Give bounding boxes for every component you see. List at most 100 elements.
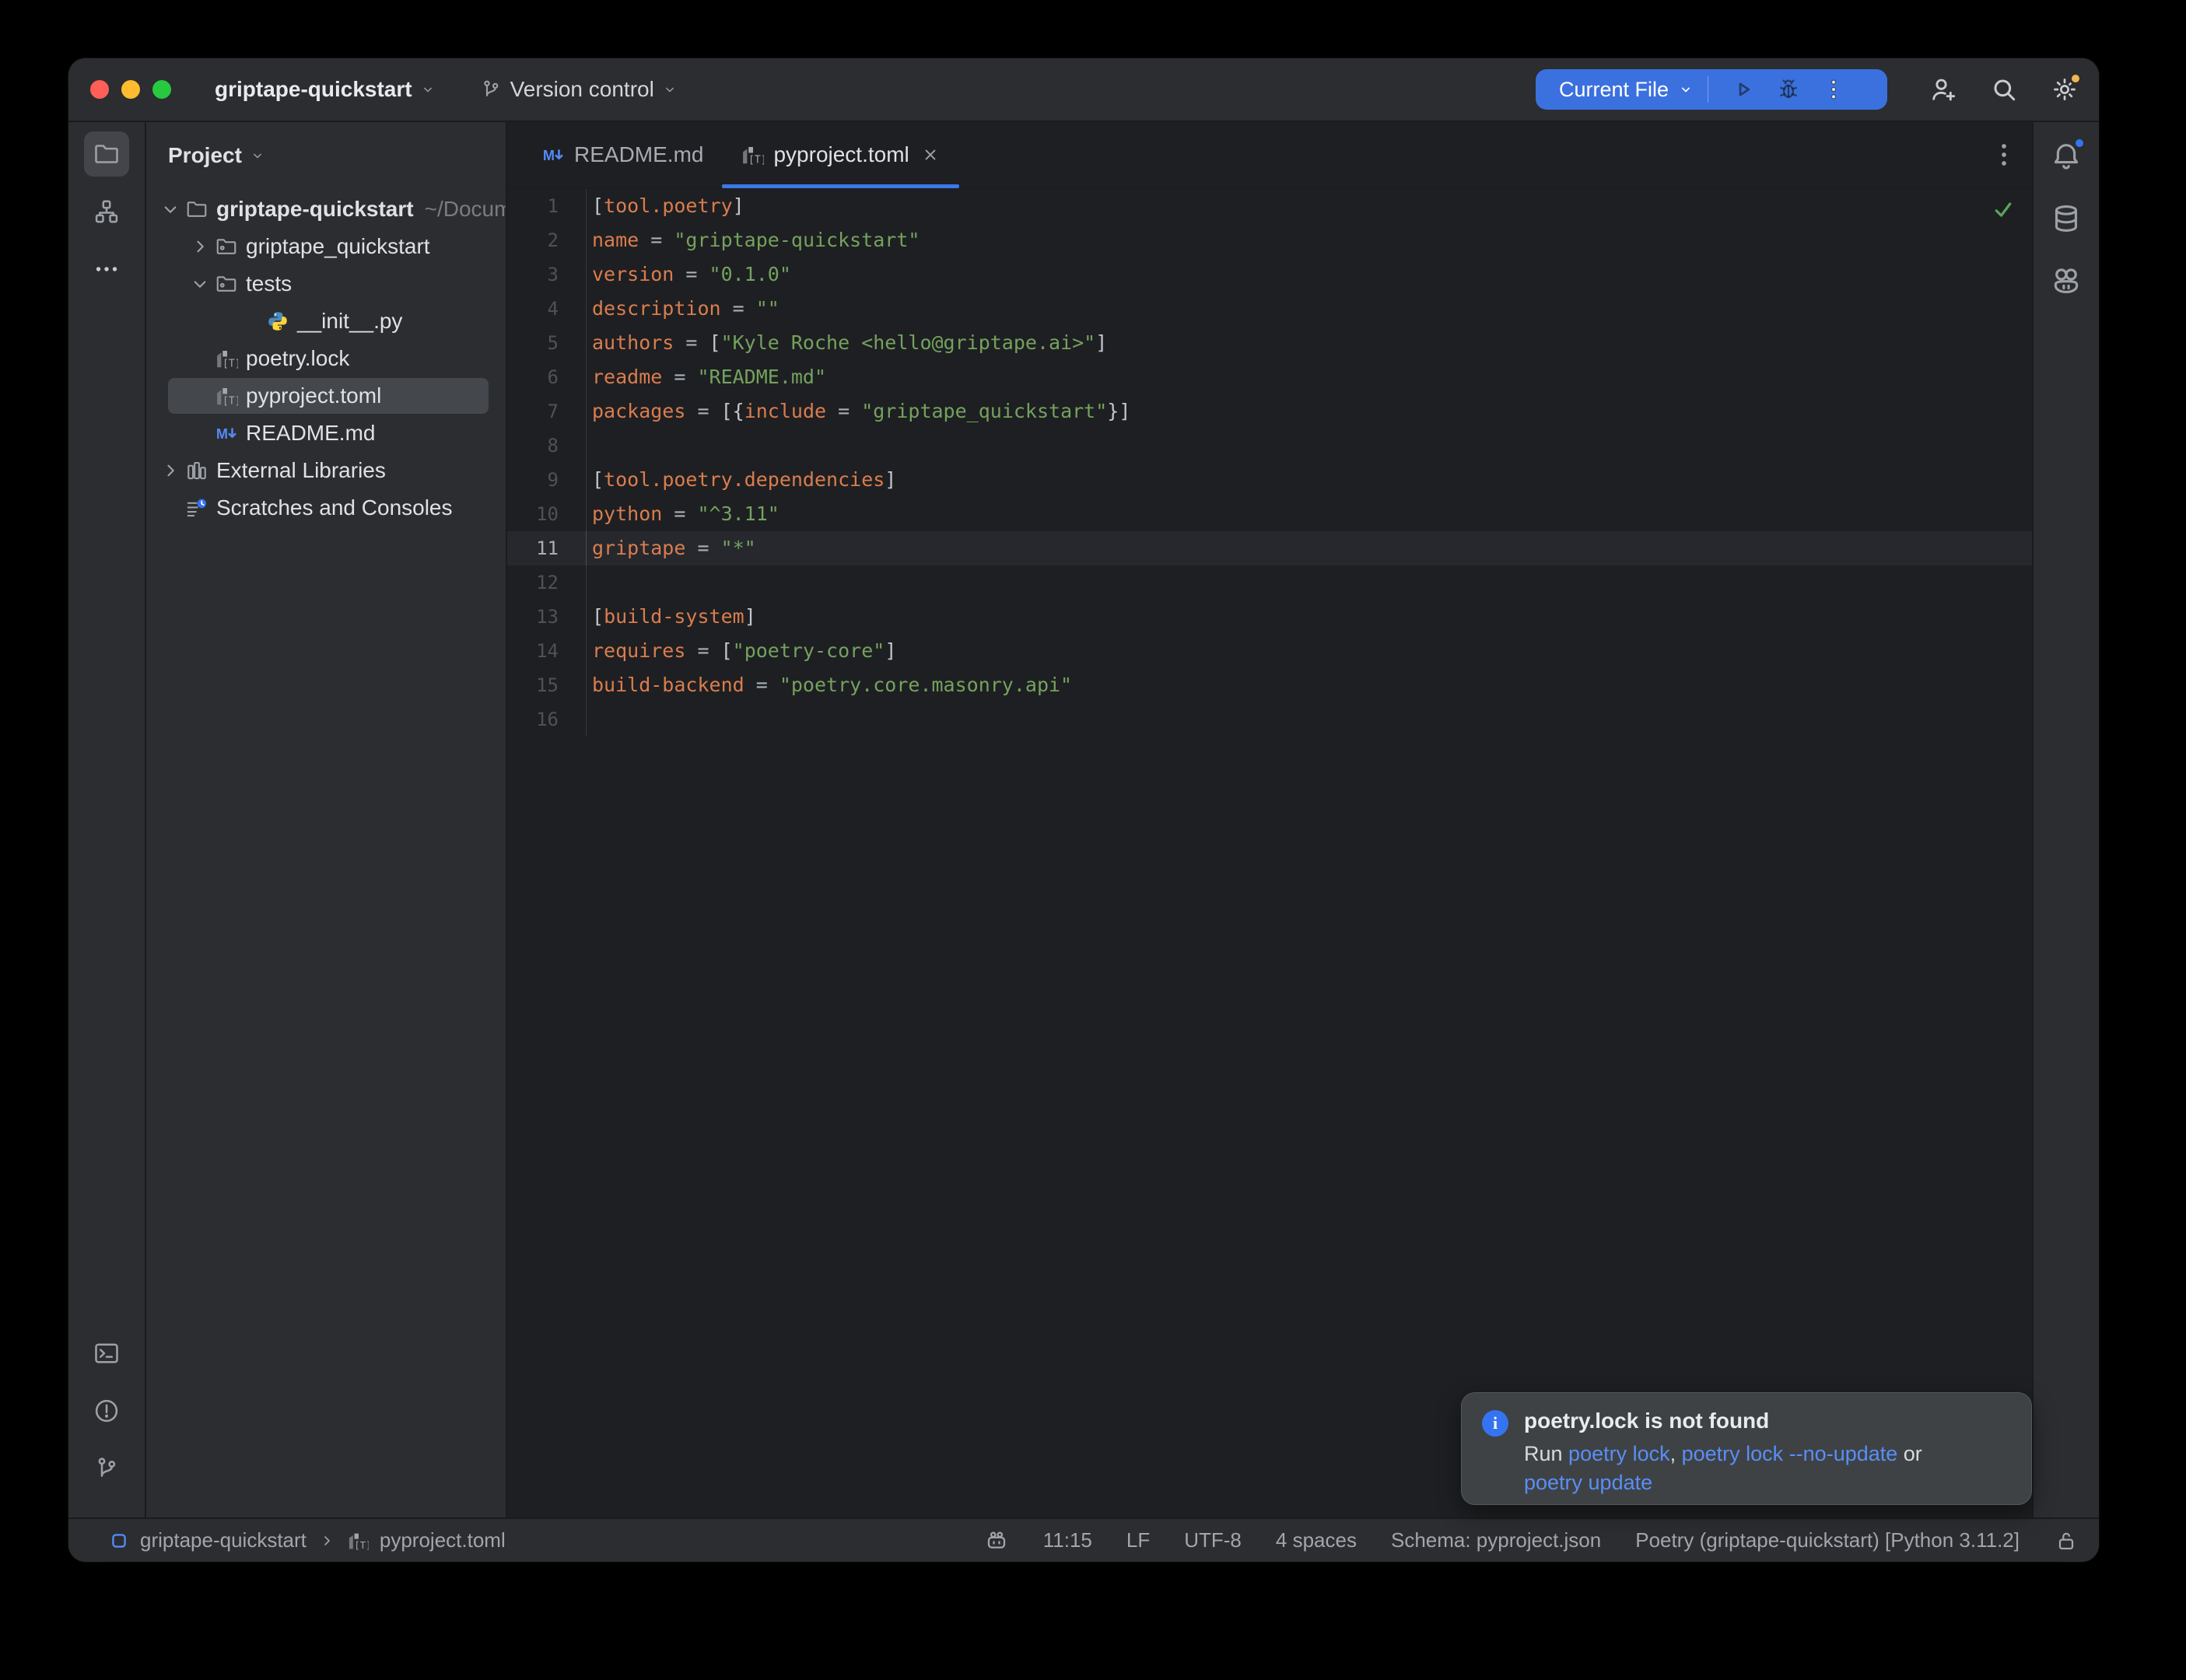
- close-tab-icon[interactable]: [920, 145, 941, 165]
- more-run-options-button[interactable]: [1820, 76, 1847, 103]
- status-widget-line-separator[interactable]: LF: [1126, 1528, 1150, 1552]
- structure-icon: [93, 198, 121, 226]
- tab-options-kebab-icon[interactable]: [1988, 139, 2020, 170]
- code-line-3[interactable]: 3version = "0.1.0": [507, 257, 2032, 292]
- status-bar: griptape-quickstart [T] pyproject.toml 1…: [68, 1517, 2099, 1562]
- tree-item-griptape-quickstart[interactable]: griptape_quickstart: [146, 228, 506, 265]
- close-window-button[interactable]: [90, 80, 109, 99]
- activity-bar: [68, 122, 146, 1517]
- notification-text: ,: [1670, 1442, 1682, 1465]
- main-area: Project griptape-quickstart~/Documegript…: [68, 121, 2099, 1517]
- breadcrumb-project[interactable]: griptape-quickstart: [140, 1528, 307, 1552]
- tree-item-tests[interactable]: tests: [146, 265, 506, 303]
- status-widget-json-schema[interactable]: Schema: pyproject.json: [1391, 1528, 1601, 1552]
- run-button[interactable]: [1730, 76, 1757, 103]
- breadcrumb-file[interactable]: pyproject.toml: [380, 1528, 506, 1552]
- status-widget-file-encoding[interactable]: UTF-8: [1184, 1528, 1242, 1552]
- code-line-13[interactable]: 13[build-system]: [507, 600, 2032, 634]
- activity-bar-top: [84, 131, 129, 304]
- code-line-2[interactable]: 2name = "griptape-quickstart": [507, 223, 2032, 257]
- tool-window-button-structure[interactable]: [84, 189, 129, 234]
- notification-link-poetry-lock[interactable]: poetry lock: [1568, 1442, 1670, 1465]
- code-line-12[interactable]: 12: [507, 565, 2032, 600]
- status-widget-ai-assistant-status[interactable]: [984, 1528, 1009, 1553]
- folder-icon: [93, 140, 121, 168]
- code-line-7[interactable]: 7packages = [{include = "griptape_quicks…: [507, 394, 2032, 429]
- tree-item-external-libraries[interactable]: External Libraries: [146, 452, 506, 489]
- code-line-11[interactable]: 11griptape = "*": [507, 531, 2032, 565]
- search-everywhere-button[interactable]: [1988, 74, 2020, 105]
- code-line-4[interactable]: 4description = "": [507, 292, 2032, 326]
- editor-tab-pyproject-toml[interactable]: [T]pyproject.toml: [722, 122, 958, 187]
- code-editor[interactable]: 1[tool.poetry]2name = "griptape-quicksta…: [507, 188, 2032, 737]
- library-icon: [185, 459, 208, 482]
- chevron-down-icon: [250, 148, 265, 163]
- code-line-text: requires = ["poetry-core"]: [587, 634, 896, 668]
- line-number: 8: [507, 429, 587, 463]
- status-widget-python-interpreter[interactable]: Poetry (griptape-quickstart) [Python 3.1…: [1635, 1528, 2020, 1552]
- tool-window-button-notifications[interactable]: [2049, 139, 2083, 173]
- line-number: 1: [507, 189, 587, 223]
- code-line-14[interactable]: 14requires = ["poetry-core"]: [507, 634, 2032, 668]
- line-number: 10: [507, 497, 587, 531]
- chevron-right-icon[interactable]: [159, 459, 182, 482]
- code-line-5[interactable]: 5authors = ["Kyle Roche <hello@griptape.…: [507, 326, 2032, 360]
- code-line-text: [build-system]: [587, 600, 756, 634]
- project-panel-header[interactable]: Project: [146, 122, 506, 169]
- code-line-8[interactable]: 8: [507, 429, 2032, 463]
- status-widget-readonly-toggle[interactable]: [2054, 1528, 2079, 1553]
- code-line-text: name = "griptape-quickstart": [587, 223, 920, 257]
- code-line-9[interactable]: 9[tool.poetry.dependencies]: [507, 463, 2032, 497]
- tool-window-button-database[interactable]: [2049, 201, 2083, 236]
- tool-window-button-ai-assistant[interactable]: [2049, 264, 2083, 298]
- tree-item-pyproject-toml[interactable]: [T]pyproject.toml: [146, 377, 506, 415]
- tool-window-button-more-tool-windows[interactable]: [84, 247, 129, 292]
- chevron-down-icon[interactable]: [1678, 82, 1694, 97]
- tool-window-button-version-control[interactable]: [84, 1446, 129, 1491]
- chevron-right-icon[interactable]: [188, 235, 212, 258]
- vcs-widget[interactable]: Version control: [479, 77, 678, 102]
- tree-item-readme-md[interactable]: MREADME.md: [146, 415, 506, 452]
- workspace-icon[interactable]: [109, 1531, 129, 1551]
- tool-window-button-project[interactable]: [84, 131, 129, 177]
- chevron-down-icon[interactable]: [188, 272, 212, 296]
- notification-link-poetry-update[interactable]: poetry update: [1524, 1471, 1652, 1494]
- status-widget-cursor-position[interactable]: 11:15: [1043, 1528, 1092, 1552]
- tree-item-griptape-quickstart[interactable]: griptape-quickstart~/Docume: [146, 191, 506, 228]
- inspection-ok-check-icon[interactable]: [1992, 198, 2015, 221]
- code-with-me-button[interactable]: [1928, 74, 1959, 105]
- settings-button[interactable]: [2049, 74, 2080, 105]
- code-line-1[interactable]: 1[tool.poetry]: [507, 189, 2032, 223]
- minimize-window-button[interactable]: [121, 80, 140, 99]
- terminal-icon: [93, 1339, 121, 1367]
- line-number: 2: [507, 223, 587, 257]
- toml-icon: [T]: [741, 143, 764, 166]
- project-panel-title: Project: [168, 143, 242, 168]
- tree-item-label: __init__.py: [297, 309, 402, 334]
- notification-link-poetry-lock-no-update[interactable]: poetry lock --no-update: [1682, 1442, 1898, 1465]
- tree-item-scratches-and-consoles[interactable]: Scratches and Consoles: [146, 489, 506, 527]
- code-line-6[interactable]: 6readme = "README.md": [507, 360, 2032, 394]
- tool-window-button-problems[interactable]: [84, 1388, 129, 1433]
- svg-text:[T]: [T]: [748, 155, 764, 166]
- toml-icon: [T]: [215, 347, 238, 370]
- line-number: 15: [507, 668, 587, 702]
- editor-tab-readme-md[interactable]: MREADME.md: [523, 122, 722, 187]
- code-line-10[interactable]: 10python = "^3.11": [507, 497, 2032, 531]
- status-widget-indentation[interactable]: 4 spaces: [1276, 1528, 1357, 1552]
- project-switcher[interactable]: griptape-quickstart: [215, 77, 436, 102]
- tree-item-poetry-lock[interactable]: [T]poetry.lock: [146, 340, 506, 377]
- chevron-down-icon[interactable]: [159, 198, 182, 221]
- tool-window-button-terminal[interactable]: [84, 1331, 129, 1376]
- maximize-window-button[interactable]: [152, 80, 171, 99]
- run-configuration-selector[interactable]: Current File: [1559, 78, 1669, 102]
- folder-src-icon: [215, 272, 238, 296]
- code-line-15[interactable]: 15build-backend = "poetry.core.masonry.a…: [507, 668, 2032, 702]
- tree-item--init-py[interactable]: __init__.py: [146, 303, 506, 340]
- line-number: 6: [507, 360, 587, 394]
- code-line-16[interactable]: 16: [507, 702, 2032, 737]
- code-line-text: [587, 565, 592, 600]
- debug-button[interactable]: [1775, 76, 1802, 103]
- activity-bar-bottom: [84, 1331, 129, 1503]
- notification-title: poetry.lock is not found: [1524, 1409, 1922, 1433]
